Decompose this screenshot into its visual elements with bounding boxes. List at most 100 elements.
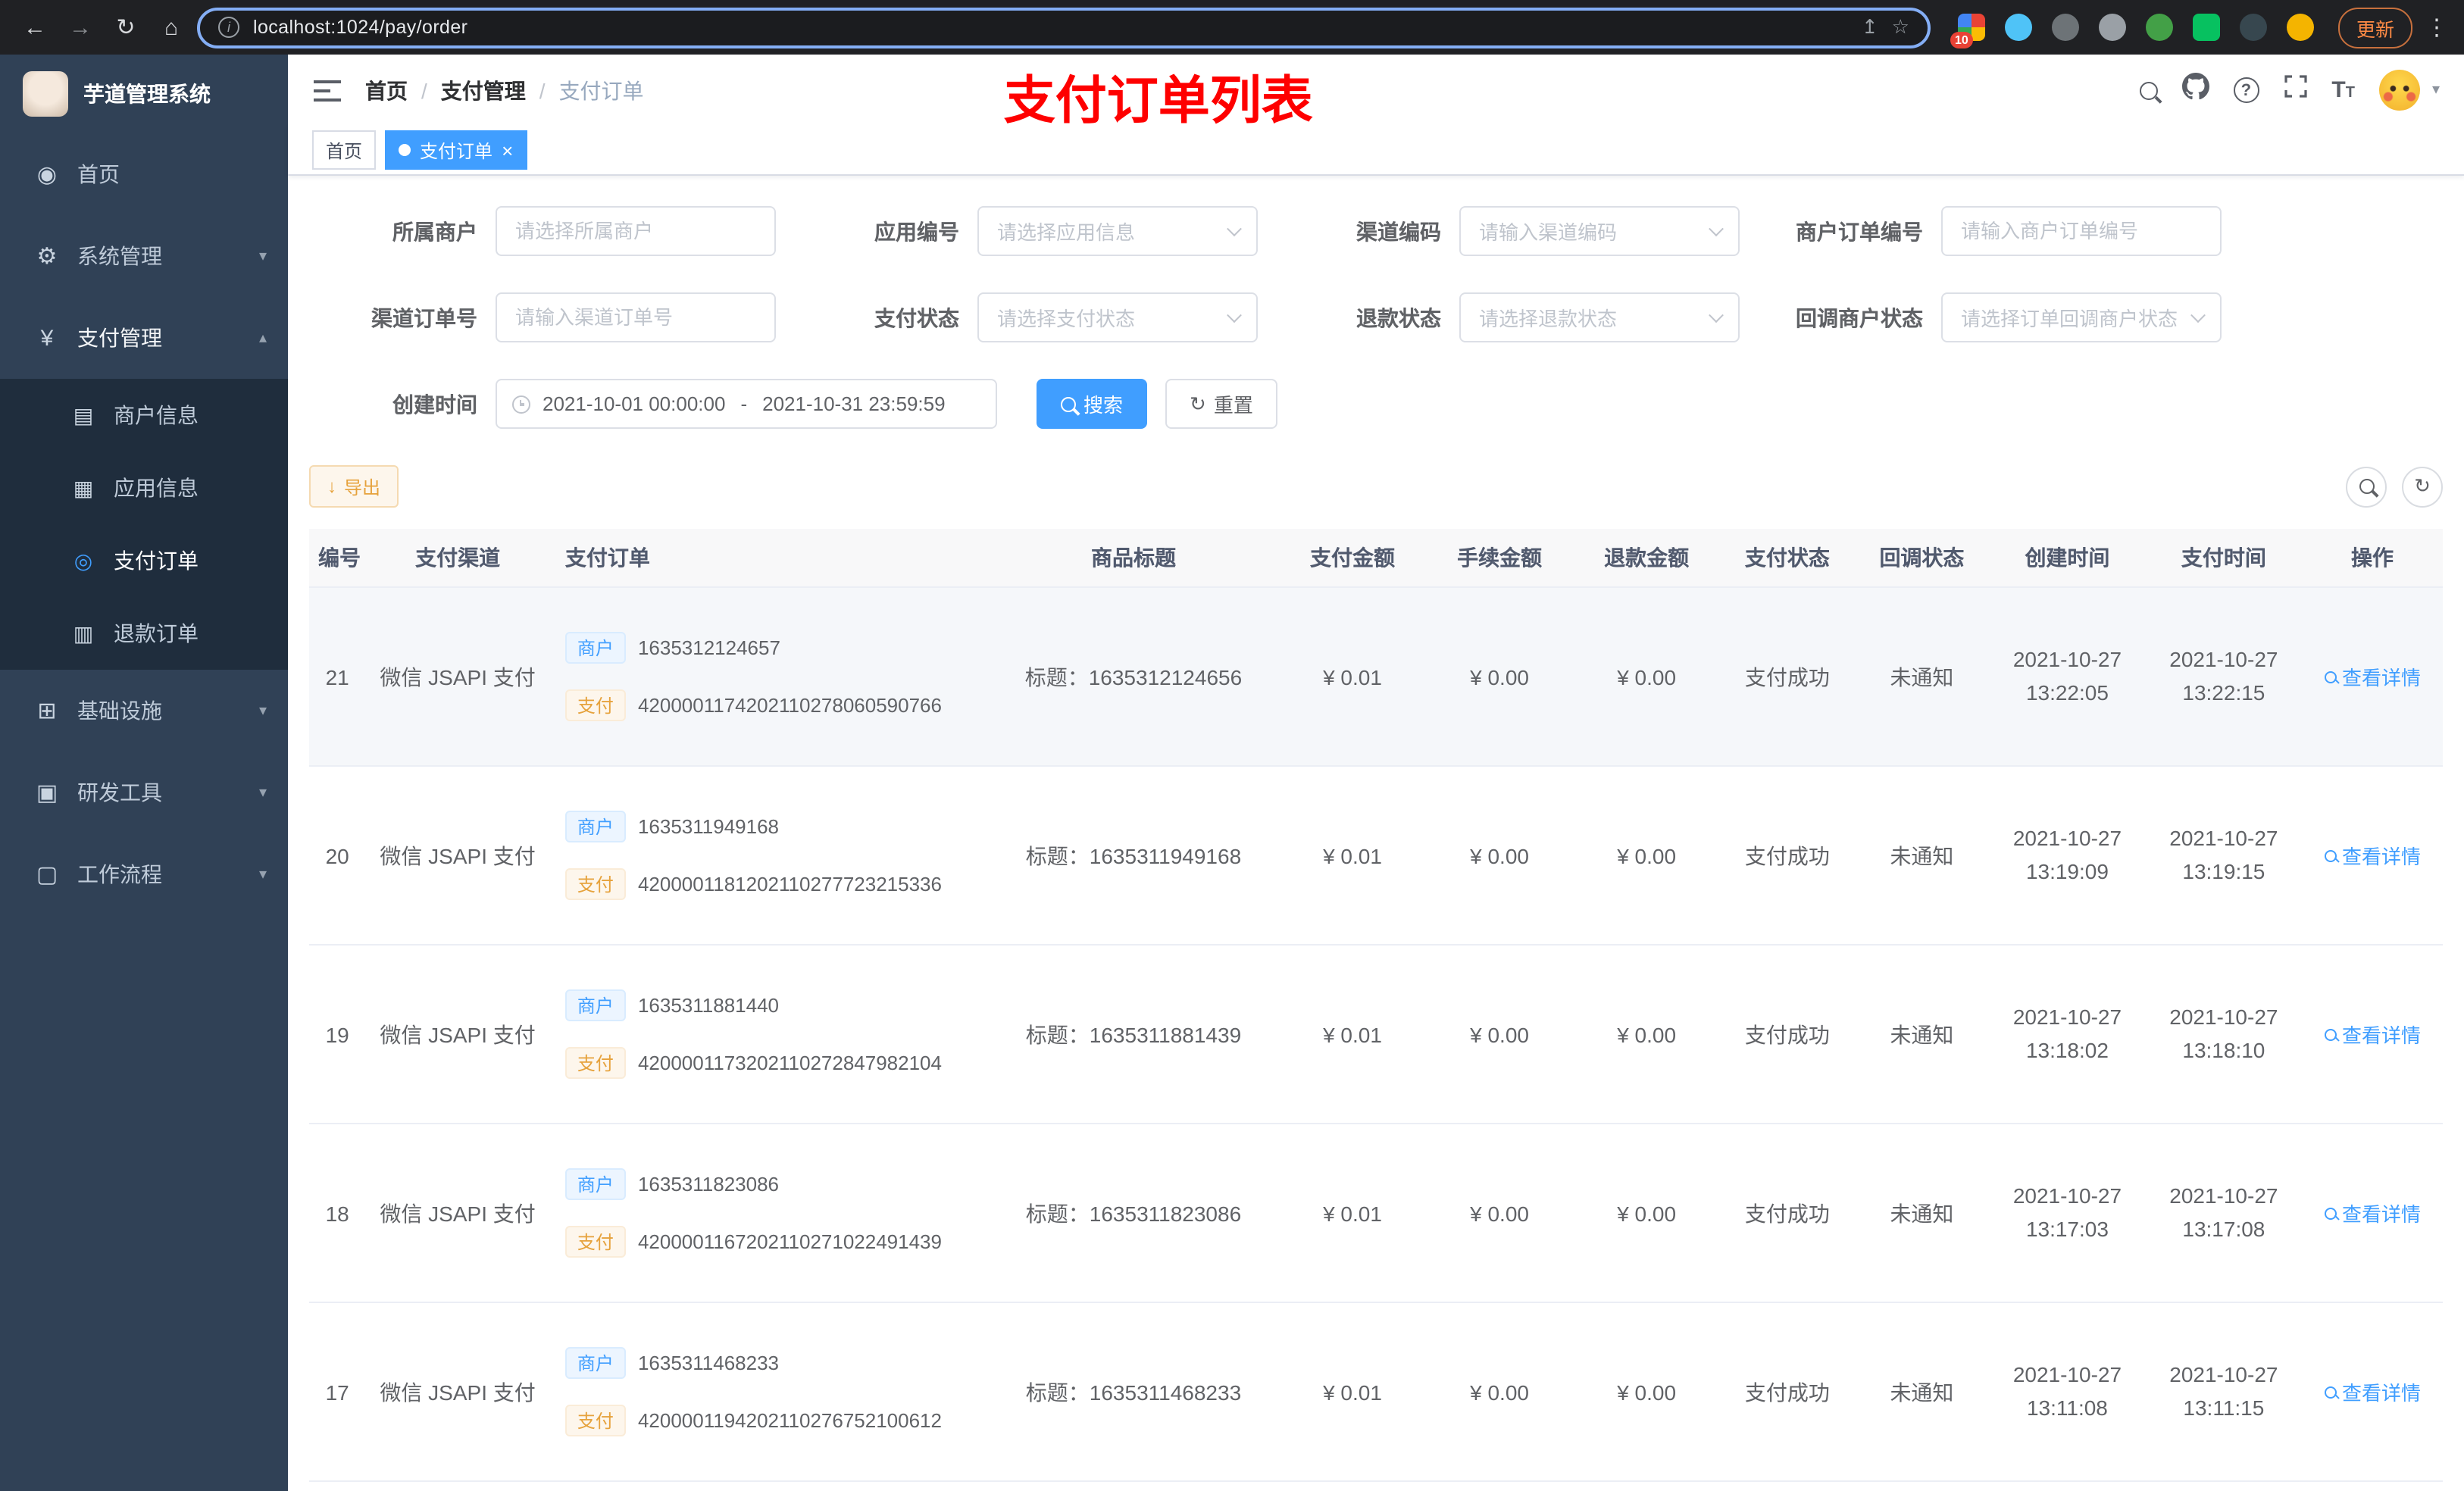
clock-icon	[512, 395, 530, 413]
export-button-label: 导出	[344, 477, 381, 498]
export-button[interactable]: ↓ 导出	[309, 465, 399, 508]
pay-status-select[interactable]: 请选择支付状态	[977, 292, 1258, 342]
toggle-search-button[interactable]	[2346, 466, 2387, 507]
help-icon[interactable]: ?	[2233, 77, 2259, 103]
merchant-order-line: 商户 1635311468233	[564, 1347, 979, 1379]
cell-refund-amount: ¥ 0.00	[1573, 945, 1721, 1124]
sidebar-item-pay-order[interactable]: ◎ 支付订单	[0, 524, 288, 597]
font-size-icon[interactable]: TT	[2331, 77, 2355, 104]
reload-button[interactable]: ↻	[106, 14, 145, 41]
sidebar-item-label: 工作流程	[77, 862, 162, 886]
cell-fee-amount: ¥ 0.00	[1426, 587, 1574, 767]
cell-action: 查看详情	[2302, 945, 2443, 1124]
refund-status-select[interactable]: 请选择退款状态	[1459, 292, 1740, 342]
select-placeholder: 请选择退款状态	[1479, 308, 1618, 330]
sidebar-item-payment-management[interactable]: ¥ 支付管理 ▴	[0, 297, 288, 379]
site-info-icon[interactable]: i	[218, 17, 239, 38]
cell-id: 19	[309, 945, 366, 1124]
cell-refund-amount: ¥ 0.00	[1573, 766, 1721, 946]
create-time-range-picker[interactable]: 2021-10-01 00:00:00 - 2021-10-31 23:59:5…	[496, 379, 997, 429]
fullscreen-icon[interactable]	[2283, 74, 2307, 106]
view-detail-link[interactable]: 查看详情	[2324, 1199, 2421, 1227]
extension-icon-7[interactable]	[2239, 14, 2267, 41]
view-detail-link[interactable]: 查看详情	[2324, 662, 2421, 691]
merchant-tag: 商户	[564, 989, 626, 1021]
orders-table: 编号 支付渠道 支付订单 商品标题 支付金额 手续金额 退款金额 支付状态 回调状态 创建时间 支付…	[309, 529, 2443, 1491]
filter-label: 退款状态	[1356, 305, 1441, 330]
extension-icon-8[interactable]	[2286, 14, 2314, 41]
tab-home[interactable]: 首页	[312, 130, 377, 170]
sidebar-item-label: 支付管理	[77, 326, 162, 350]
close-tab-icon[interactable]: ×	[502, 140, 513, 160]
sidebar-toggle-icon[interactable]	[312, 78, 342, 102]
breadcrumb-home[interactable]: 首页	[365, 75, 408, 105]
bookmark-star-icon[interactable]: ☆	[1892, 15, 1909, 39]
cell-notify-status: 未通知	[1854, 587, 1990, 767]
merchant-tag: 商户	[564, 632, 626, 664]
merchant-order-line: 商户 1635311823086	[564, 1168, 979, 1200]
tab-pay-order[interactable]: 支付订单 ×	[385, 130, 527, 170]
filter-pay-status: 支付状态 请选择支付状态	[791, 292, 1258, 342]
sidebar-item-system-management[interactable]: ⚙ 系统管理 ▾	[0, 215, 288, 297]
date-start-value: 2021-10-01 00:00:00	[543, 392, 726, 415]
cell-pay-amount	[1278, 1481, 1427, 1491]
github-icon[interactable]	[2181, 73, 2209, 108]
cell-pay-status: 支付成功	[1720, 1302, 1855, 1482]
app-info-icon: ▦	[73, 475, 94, 499]
channel-order-no-input[interactable]	[496, 292, 776, 342]
cell-pay-time: 2021-10-27 13:19:15	[2145, 766, 2303, 946]
sidebar-item-label: 退款订单	[114, 621, 199, 645]
pay-order-icon: ◎	[73, 548, 93, 572]
extension-icon-2[interactable]	[2004, 14, 2032, 41]
extension-icon-5[interactable]	[2145, 14, 2173, 41]
extension-icon-6[interactable]	[2192, 14, 2220, 41]
view-detail-label: 查看详情	[2342, 1382, 2422, 1405]
view-detail-link[interactable]: 查看详情	[2324, 1020, 2421, 1049]
url-text[interactable]: localhost:1024/pay/order	[253, 17, 1848, 38]
extension-icon-1[interactable]: 10	[1950, 14, 1985, 48]
sidebar-item-refund-order[interactable]: ▥ 退款订单	[0, 597, 288, 670]
breadcrumb-pay-management[interactable]: 支付管理	[441, 75, 526, 105]
notify-status-select[interactable]: 请选择订单回调商户状态	[1941, 292, 2222, 342]
search-button[interactable]: 搜索	[1037, 379, 1148, 429]
forward-button[interactable]: →	[61, 14, 100, 40]
chevron-down-icon[interactable]: ▾	[2432, 82, 2440, 98]
sidebar-item-app-info[interactable]: ▦ 应用信息	[0, 452, 288, 524]
date-end-value: 2021-10-31 23:59:59	[762, 392, 946, 415]
sidebar-item-merchant-info[interactable]: ▤ 商户信息	[0, 379, 288, 452]
browser-update-button[interactable]: 更新	[2337, 7, 2412, 48]
filter-merchant-order-no: 商户订单编号	[1755, 206, 2222, 256]
sidebar-item-infrastructure[interactable]: ⊞ 基础设施 ▾	[0, 670, 288, 752]
view-detail-link[interactable]: 查看详情	[2324, 1377, 2421, 1406]
app-id-select[interactable]: 请选择应用信息	[977, 206, 1258, 256]
address-bar[interactable]: i localhost:1024/pay/order ↥ ☆	[197, 7, 1931, 48]
app-title: 芋道管理系统	[83, 82, 211, 106]
cell-pay-time	[2145, 1481, 2303, 1491]
view-detail-label: 查看详情	[2342, 846, 2422, 868]
search-icon[interactable]	[2139, 81, 2158, 99]
merchant-input[interactable]	[496, 206, 776, 256]
pay-order-no: 4200001194202110276752100612	[637, 1409, 942, 1432]
reset-button[interactable]: ↻ 重置	[1165, 379, 1277, 429]
cell-pay-time: 2021-10-27 13:18:10	[2145, 945, 2303, 1124]
merchant-order-no-input[interactable]	[1941, 206, 2222, 256]
cell-pay-time: 2021-10-27 13:17:08	[2145, 1124, 2303, 1303]
search-icon	[2324, 849, 2337, 861]
page-title-annotation: 支付订单列表	[1003, 73, 1313, 130]
sidebar-item-home[interactable]: ◉ 首页	[0, 133, 288, 215]
browser-menu-icon[interactable]: ⋮	[2425, 14, 2449, 41]
back-button[interactable]: ←	[15, 14, 55, 40]
view-detail-link[interactable]: 查看详情	[2324, 841, 2421, 870]
filter-row: 所属商户 应用编号 请选择应用信息 渠道编码 请输入渠道编码 商户订单编号	[309, 206, 2443, 256]
avatar[interactable]	[2378, 70, 2420, 111]
home-button[interactable]: ⌂	[152, 14, 191, 40]
extension-icon-4[interactable]	[2098, 14, 2126, 41]
sidebar-item-workflow[interactable]: ▢ 工作流程 ▾	[0, 833, 288, 915]
channel-code-select[interactable]: 请输入渠道编码	[1459, 206, 1740, 256]
chevron-down-icon: ▾	[258, 866, 267, 883]
sidebar-item-dev-tools[interactable]: ▣ 研发工具 ▾	[0, 752, 288, 833]
refresh-table-button[interactable]: ↻	[2402, 466, 2443, 507]
filter-channel-order-no: 渠道订单号	[309, 292, 776, 342]
extension-icon-3[interactable]	[2051, 14, 2079, 41]
share-icon[interactable]: ↥	[1862, 15, 1878, 39]
